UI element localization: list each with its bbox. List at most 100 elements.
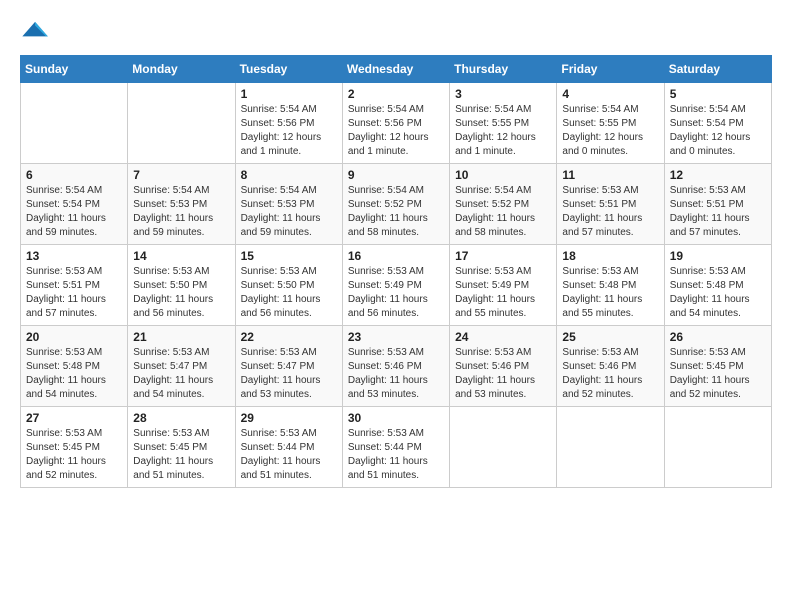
day-info: Sunrise: 5:53 AM Sunset: 5:49 PM Dayligh… <box>455 265 551 321</box>
calendar-cell: 17 Sunrise: 5:53 AM Sunset: 5:49 PM Dayli… <box>450 245 557 326</box>
day-info: Sunrise: 5:54 AM Sunset: 5:52 PM Dayligh… <box>455 184 551 240</box>
day-number: 16 <box>348 249 444 263</box>
calendar-cell: 6Sunrise: 5:54 AM Sunset: 5:54 PM Daylig… <box>21 164 128 245</box>
column-header-sunday: Sunday <box>21 56 128 83</box>
calendar-cell <box>450 407 557 488</box>
day-number: 7 <box>133 168 229 182</box>
day-info: Sunrise: 5:54 AM Sunset: 5:56 PM Dayligh… <box>241 103 337 159</box>
column-header-tuesday: Tuesday <box>235 56 342 83</box>
day-info: Sunrise: 5:53 AM Sunset: 5:46 PM Dayligh… <box>348 346 444 402</box>
day-info: Sunrise: 5:53 AM Sunset: 5:50 PM Dayligh… <box>133 265 229 321</box>
calendar-cell: 24 Sunrise: 5:53 AM Sunset: 5:46 PM Dayli… <box>450 326 557 407</box>
day-number: 24 <box>455 330 551 344</box>
day-info: Sunrise: 5:54 AM Sunset: 5:53 PM Dayligh… <box>133 184 229 240</box>
day-number: 14 <box>133 249 229 263</box>
day-number: 13 <box>26 249 122 263</box>
column-header-monday: Monday <box>128 56 235 83</box>
day-number: 11 <box>562 168 658 182</box>
calendar-cell: 1 Sunrise: 5:54 AM Sunset: 5:56 PM Daylig… <box>235 83 342 164</box>
day-number: 19 <box>670 249 766 263</box>
day-number: 12 <box>670 168 766 182</box>
calendar-cell: 3 Sunrise: 5:54 AM Sunset: 5:55 PM Daylig… <box>450 83 557 164</box>
day-number: 9 <box>348 168 444 182</box>
day-number: 17 <box>455 249 551 263</box>
calendar-cell: 13Sunrise: 5:53 AM Sunset: 5:51 PM Dayli… <box>21 245 128 326</box>
day-number: 28 <box>133 411 229 425</box>
calendar-cell: 5 Sunrise: 5:54 AM Sunset: 5:54 PM Daylig… <box>664 83 771 164</box>
day-number: 6 <box>26 168 122 182</box>
calendar-cell: 23 Sunrise: 5:53 AM Sunset: 5:46 PM Dayli… <box>342 326 449 407</box>
calendar-cell: 19 Sunrise: 5:53 AM Sunset: 5:48 PM Dayli… <box>664 245 771 326</box>
calendar-cell: 30Sunrise: 5:53 AM Sunset: 5:44 PM Dayli… <box>342 407 449 488</box>
day-number: 4 <box>562 87 658 101</box>
day-info: Sunrise: 5:54 AM Sunset: 5:55 PM Dayligh… <box>455 103 551 159</box>
day-info: Sunrise: 5:53 AM Sunset: 5:44 PM Dayligh… <box>348 427 444 483</box>
day-info: Sunrise: 5:53 AM Sunset: 5:46 PM Dayligh… <box>562 346 658 402</box>
calendar-cell: 4 Sunrise: 5:54 AM Sunset: 5:55 PM Daylig… <box>557 83 664 164</box>
calendar-cell: 26 Sunrise: 5:53 AM Sunset: 5:45 PM Dayli… <box>664 326 771 407</box>
day-number: 10 <box>455 168 551 182</box>
day-number: 26 <box>670 330 766 344</box>
calendar-cell <box>128 83 235 164</box>
day-number: 2 <box>348 87 444 101</box>
day-info: Sunrise: 5:53 AM Sunset: 5:51 PM Dayligh… <box>670 184 766 240</box>
calendar-cell: 15Sunrise: 5:53 AM Sunset: 5:50 PM Dayli… <box>235 245 342 326</box>
page-header <box>20 20 772 45</box>
day-number: 27 <box>26 411 122 425</box>
day-number: 5 <box>670 87 766 101</box>
calendar-cell: 28 Sunrise: 5:53 AM Sunset: 5:45 PM Dayli… <box>128 407 235 488</box>
day-info: Sunrise: 5:53 AM Sunset: 5:45 PM Dayligh… <box>133 427 229 483</box>
day-info: Sunrise: 5:53 AM Sunset: 5:45 PM Dayligh… <box>670 346 766 402</box>
day-info: Sunrise: 5:53 AM Sunset: 5:48 PM Dayligh… <box>670 265 766 321</box>
calendar-cell <box>557 407 664 488</box>
logo-text <box>20 20 50 45</box>
day-number: 1 <box>241 87 337 101</box>
day-info: Sunrise: 5:53 AM Sunset: 5:45 PM Dayligh… <box>26 427 122 483</box>
calendar-cell: 10 Sunrise: 5:54 AM Sunset: 5:52 PM Dayli… <box>450 164 557 245</box>
day-info: Sunrise: 5:54 AM Sunset: 5:54 PM Dayligh… <box>670 103 766 159</box>
day-info: Sunrise: 5:53 AM Sunset: 5:48 PM Dayligh… <box>26 346 122 402</box>
column-header-thursday: Thursday <box>450 56 557 83</box>
column-header-saturday: Saturday <box>664 56 771 83</box>
calendar-week-row: 20Sunrise: 5:53 AM Sunset: 5:48 PM Dayli… <box>21 326 772 407</box>
calendar-cell: 7 Sunrise: 5:54 AM Sunset: 5:53 PM Daylig… <box>128 164 235 245</box>
calendar-cell: 2Sunrise: 5:54 AM Sunset: 5:56 PM Daylig… <box>342 83 449 164</box>
calendar-week-row: 13Sunrise: 5:53 AM Sunset: 5:51 PM Dayli… <box>21 245 772 326</box>
column-header-wednesday: Wednesday <box>342 56 449 83</box>
day-info: Sunrise: 5:54 AM Sunset: 5:52 PM Dayligh… <box>348 184 444 240</box>
calendar-cell: 21 Sunrise: 5:53 AM Sunset: 5:47 PM Dayli… <box>128 326 235 407</box>
logo-icon <box>22 20 50 40</box>
calendar-cell: 29 Sunrise: 5:53 AM Sunset: 5:44 PM Dayli… <box>235 407 342 488</box>
day-info: Sunrise: 5:53 AM Sunset: 5:51 PM Dayligh… <box>562 184 658 240</box>
calendar-cell: 12 Sunrise: 5:53 AM Sunset: 5:51 PM Dayli… <box>664 164 771 245</box>
day-number: 21 <box>133 330 229 344</box>
calendar-cell: 18 Sunrise: 5:53 AM Sunset: 5:48 PM Dayli… <box>557 245 664 326</box>
day-info: Sunrise: 5:53 AM Sunset: 5:50 PM Dayligh… <box>241 265 337 321</box>
calendar-header-row: SundayMondayTuesdayWednesdayThursdayFrid… <box>21 56 772 83</box>
day-info: Sunrise: 5:53 AM Sunset: 5:47 PM Dayligh… <box>133 346 229 402</box>
calendar-cell: 20Sunrise: 5:53 AM Sunset: 5:48 PM Dayli… <box>21 326 128 407</box>
day-number: 8 <box>241 168 337 182</box>
calendar-cell: 8 Sunrise: 5:54 AM Sunset: 5:53 PM Daylig… <box>235 164 342 245</box>
calendar-cell: 16 Sunrise: 5:53 AM Sunset: 5:49 PM Dayli… <box>342 245 449 326</box>
day-info: Sunrise: 5:53 AM Sunset: 5:44 PM Dayligh… <box>241 427 337 483</box>
day-info: Sunrise: 5:53 AM Sunset: 5:46 PM Dayligh… <box>455 346 551 402</box>
calendar-week-row: 27 Sunrise: 5:53 AM Sunset: 5:45 PM Dayli… <box>21 407 772 488</box>
day-number: 23 <box>348 330 444 344</box>
day-number: 22 <box>241 330 337 344</box>
calendar-cell: 27 Sunrise: 5:53 AM Sunset: 5:45 PM Dayli… <box>21 407 128 488</box>
calendar-cell <box>21 83 128 164</box>
day-info: Sunrise: 5:53 AM Sunset: 5:49 PM Dayligh… <box>348 265 444 321</box>
calendar-table: SundayMondayTuesdayWednesdayThursdayFrid… <box>20 55 772 488</box>
day-number: 25 <box>562 330 658 344</box>
day-number: 29 <box>241 411 337 425</box>
day-number: 18 <box>562 249 658 263</box>
day-info: Sunrise: 5:53 AM Sunset: 5:48 PM Dayligh… <box>562 265 658 321</box>
day-info: Sunrise: 5:54 AM Sunset: 5:55 PM Dayligh… <box>562 103 658 159</box>
calendar-cell: 9 Sunrise: 5:54 AM Sunset: 5:52 PM Daylig… <box>342 164 449 245</box>
calendar-cell: 14 Sunrise: 5:53 AM Sunset: 5:50 PM Dayli… <box>128 245 235 326</box>
logo <box>20 20 50 45</box>
calendar-week-row: 1 Sunrise: 5:54 AM Sunset: 5:56 PM Daylig… <box>21 83 772 164</box>
day-number: 3 <box>455 87 551 101</box>
day-info: Sunrise: 5:54 AM Sunset: 5:53 PM Dayligh… <box>241 184 337 240</box>
